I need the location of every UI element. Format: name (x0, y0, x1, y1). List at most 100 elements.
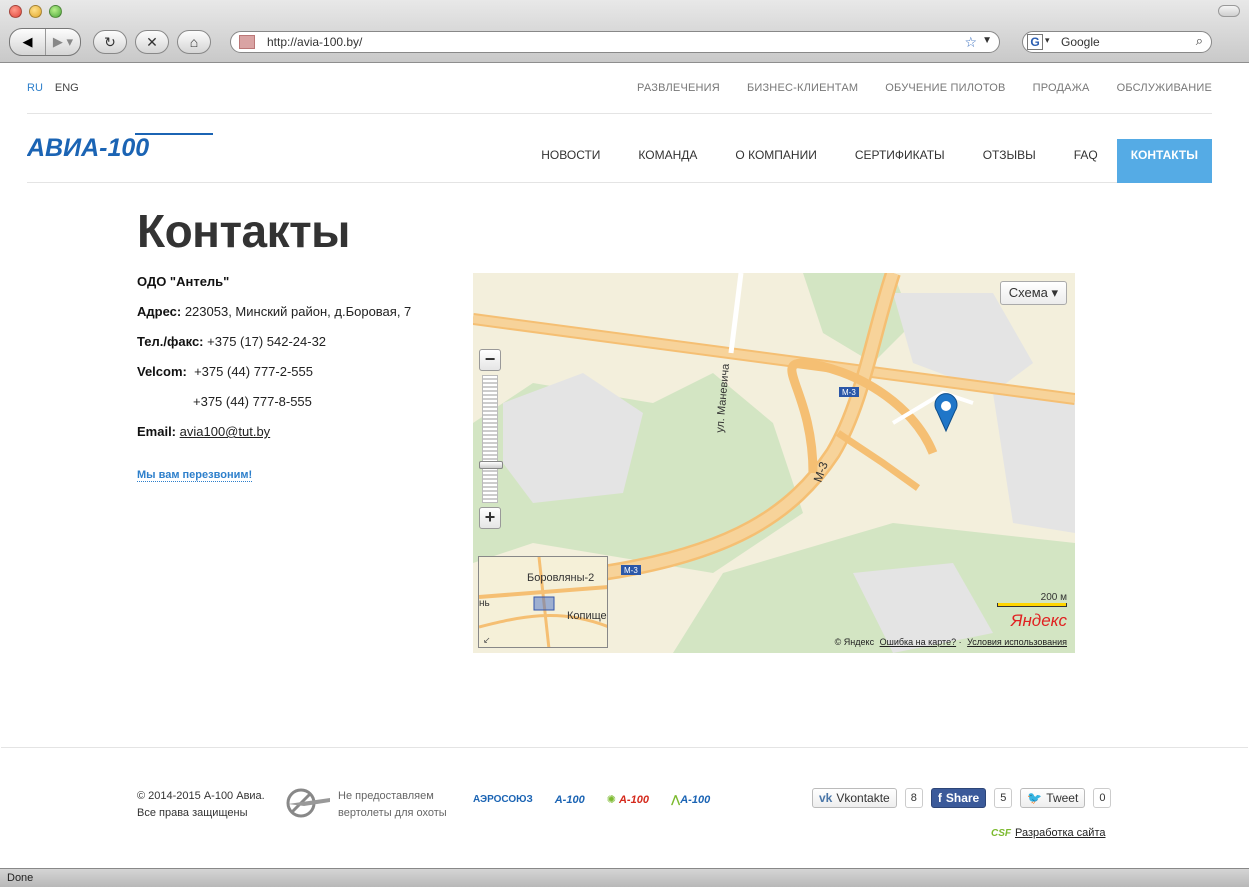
page-title: Контакты (137, 205, 350, 257)
menu-news[interactable]: НОВОСТИ (522, 139, 619, 183)
toolbar-toggle-button[interactable] (1218, 5, 1240, 17)
lang-ru[interactable]: RU (27, 82, 43, 94)
top-menu: РАЗВЛЕЧЕНИЯ БИЗНЕС-КЛИЕНТАМ ОБУЧЕНИЕ ПИЛ… (637, 82, 1212, 94)
map-copyright: © Яндекс (834, 637, 875, 647)
search-bar[interactable]: G ▾ Google ⌕ (1022, 31, 1212, 53)
bookmark-star-icon[interactable]: ☆ (964, 34, 977, 51)
email-label: Email: (137, 424, 177, 439)
zoom-slider-thumb[interactable] (479, 461, 503, 469)
tweet-button[interactable]: 🐦 Tweet (1020, 788, 1086, 808)
mini-label-kopische: Копище (567, 610, 607, 622)
menu-reviews[interactable]: ОТЗЫВЫ (964, 139, 1055, 183)
vk-share-button[interactable]: vk Vkontakte (812, 788, 897, 808)
yandex-map[interactable]: М-3 М-3 М-3 ул. Маневича Схема ▾ − + Бор… (473, 273, 1075, 653)
map-scale: 200 м (997, 592, 1067, 607)
partner-a100-3[interactable]: ⋀А-100 (671, 793, 710, 806)
zoom-in-button[interactable]: + (479, 507, 501, 529)
nav-buttons: ◀ ▶ ▾ ↻ ✕ ⌂ (9, 28, 211, 56)
menu-certificates[interactable]: СЕРТИФИКАТЫ (836, 139, 964, 183)
forward-button[interactable]: ▶ ▾ (46, 29, 80, 55)
partner-a100-2[interactable]: ✺ А-100 (607, 793, 649, 806)
copyright-line-1: © 2014-2015 А-100 Авиа. (137, 790, 265, 802)
address-bar[interactable]: http://avia-100.by/ ☆ ▼ (230, 31, 1000, 53)
language-switcher: RU ENG (27, 82, 79, 94)
zoom-slider[interactable] (482, 375, 498, 503)
top-menu-entertainment[interactable]: РАЗВЛЕЧЕНИЯ (637, 82, 720, 94)
url-dropdown-icon[interactable]: ▼ (982, 35, 992, 46)
facebook-count: 5 (994, 788, 1013, 808)
top-bar: RU ENG РАЗВЛЕЧЕНИЯ БИЗНЕС-КЛИЕНТАМ ОБУЧЕ… (27, 64, 1212, 114)
favicon-icon (239, 35, 255, 49)
nohunt-line-2: вертолеты для охоты (338, 807, 447, 819)
reload-button[interactable]: ↻ (93, 30, 127, 54)
yandex-logo: Яндекс (1011, 611, 1067, 631)
search-engine-dropdown-icon[interactable]: ▾ (1045, 35, 1050, 46)
mini-label-borovlyany: Боровляны-2 (527, 572, 594, 584)
email-link[interactable]: avia100@tut.by (180, 424, 271, 439)
top-menu-business[interactable]: БИЗНЕС-КЛИЕНТАМ (747, 82, 858, 94)
main-header: АВИА-100 НОВОСТИ КОМАНДА О КОМПАНИИ СЕРТ… (26, 114, 1212, 183)
site-logo[interactable]: АВИА-100 (26, 132, 215, 167)
partner-logos: АЭРОСОЮЗ А-100 ✺ А-100 ⋀А-100 (473, 793, 710, 807)
top-menu-service[interactable]: ОБСЛУЖИВАНИЕ (1117, 82, 1212, 94)
nohunt-line-1: Не предоставляем (338, 790, 434, 802)
address-value: 223053, Минский район, д.Боровая, 7 (184, 304, 412, 319)
map-error-link[interactable]: Ошибка на карте? (880, 637, 957, 647)
menu-about[interactable]: О КОМПАНИИ (716, 139, 835, 183)
search-icon[interactable]: ⌕ (1196, 33, 1203, 49)
top-menu-sales[interactable]: ПРОДАЖА (1033, 82, 1090, 94)
callback-link[interactable]: Мы вам перезвоним! (137, 469, 253, 482)
minimize-window-button[interactable] (29, 5, 42, 18)
url-text: http://avia-100.by/ (267, 35, 363, 49)
map-footer: © Яндекс Ошибка на карте? · Условия испо… (834, 637, 1067, 647)
vk-count: 8 (904, 788, 923, 808)
developer-link[interactable]: Разработка сайта (1015, 827, 1105, 839)
map-type-dropdown[interactable]: Схема ▾ (999, 281, 1067, 305)
window-controls (9, 5, 62, 18)
lang-eng[interactable]: ENG (55, 82, 79, 94)
menu-contacts[interactable]: КОНТАКТЫ (1116, 139, 1212, 183)
partner-aerosoyuz[interactable]: АЭРОСОЮЗ (473, 794, 533, 805)
svg-text:М-3: М-3 (842, 388, 856, 397)
address-label: Адрес: (137, 304, 182, 319)
developer-logo: CSF (991, 828, 1011, 839)
zoom-out-button[interactable]: − (479, 349, 501, 371)
yandex-logo-text: Яндекс (1010, 611, 1067, 630)
contact-info: ОДО "Антель" Адрес: 223053, Минский райо… (137, 274, 411, 454)
map-terms-link[interactable]: Условия использования (967, 637, 1067, 647)
zoom-window-button[interactable] (49, 5, 62, 18)
logo-text: АВИА-100 (27, 134, 149, 162)
home-button[interactable]: ⌂ (177, 30, 211, 54)
scale-label: 200 м (1040, 592, 1067, 603)
facebook-share-button[interactable]: f Share (930, 788, 987, 808)
tweet-count: 0 (1093, 788, 1112, 808)
menu-faq[interactable]: FAQ (1055, 139, 1117, 183)
velcom-phone-2: +375 (44) 777-8-555 (193, 394, 312, 409)
stop-button[interactable]: ✕ (135, 30, 169, 54)
footer-copyright: © 2014-2015 А-100 Авиа. Все права защище… (137, 788, 265, 822)
copyright-line-2: Все права защищены (137, 807, 248, 819)
svg-text:М-3: М-3 (624, 566, 638, 575)
google-icon[interactable]: G (1027, 34, 1043, 50)
browser-toolbar: ◀ ▶ ▾ ↻ ✕ ⌂ http://avia-100.by/ ☆ ▼ G ▾ … (0, 0, 1249, 63)
close-window-button[interactable] (9, 5, 22, 18)
developer-credit: CSF Разработка сайта (991, 827, 1105, 839)
scale-bar (997, 603, 1067, 607)
tel-label: Тел./факс: (137, 334, 204, 349)
location-pin-icon[interactable] (933, 393, 959, 433)
tel-value: +375 (17) 542-24-32 (207, 334, 327, 349)
no-hunting-text: Не предоставляем вертолеты для охоты (338, 788, 447, 822)
minimap-collapse-icon: ↙ (483, 635, 491, 645)
site-footer: © 2014-2015 А-100 Авиа. Все права защище… (1, 747, 1248, 868)
mini-label-partial: нь (479, 598, 490, 609)
mini-map[interactable]: Боровляны-2 Копище нь ↙ (478, 556, 608, 648)
partner-a100-1[interactable]: А-100 (555, 794, 585, 806)
mini-map-canvas: Боровляны-2 Копище нь ↙ (479, 557, 607, 647)
menu-team[interactable]: КОМАНДА (619, 139, 716, 183)
main-menu: НОВОСТИ КОМАНДА О КОМПАНИИ СЕРТИФИКАТЫ О… (522, 139, 1212, 183)
no-hunting-icon (286, 788, 330, 818)
top-menu-pilot-training[interactable]: ОБУЧЕНИЕ ПИЛОТОВ (885, 82, 1005, 94)
back-button[interactable]: ◀ (10, 29, 46, 55)
company-name: ОДО "Антель" (137, 274, 230, 289)
logo-graphic: АВИА-100 (26, 133, 213, 162)
